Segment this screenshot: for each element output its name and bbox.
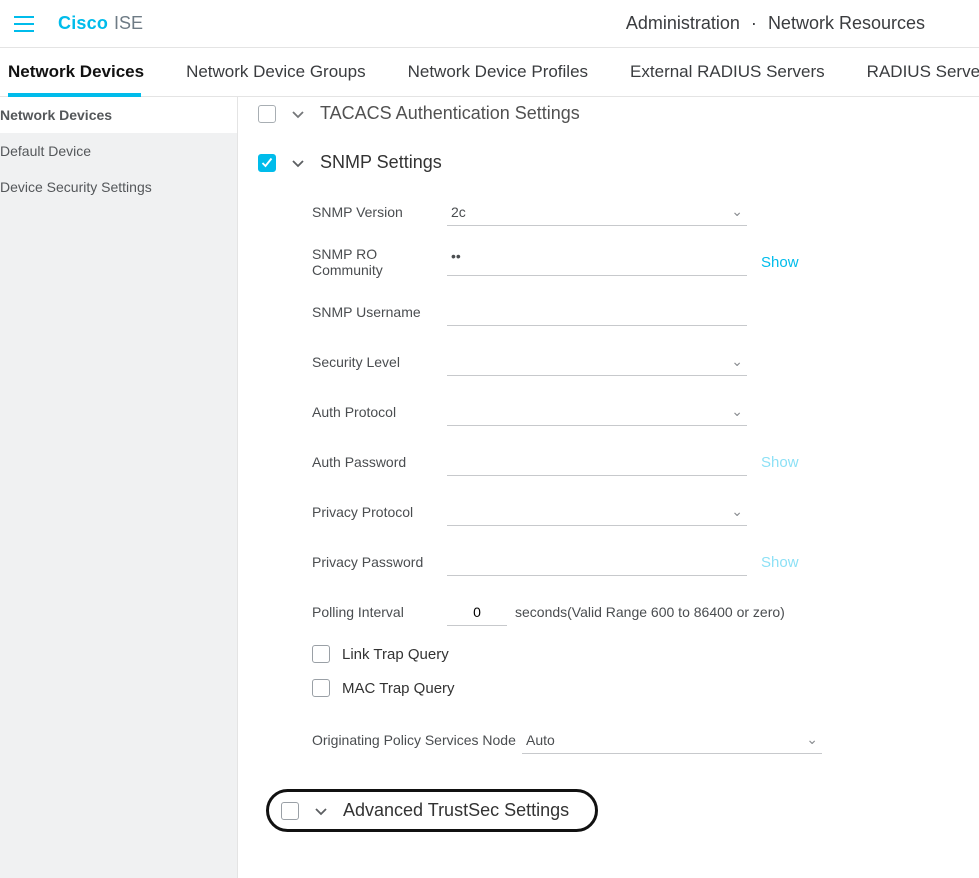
security-level-select[interactable]: ⌄ bbox=[447, 348, 747, 376]
trustsec-checkbox[interactable] bbox=[281, 802, 299, 820]
chevron-down-icon bbox=[290, 106, 306, 122]
psn-select[interactable]: Auto ⌄ bbox=[522, 726, 822, 754]
tacacs-title: TACACS Authentication Settings bbox=[320, 103, 580, 124]
auth-password-label: Auth Password bbox=[312, 454, 447, 470]
sidebar-item-default-device[interactable]: Default Device bbox=[0, 133, 237, 169]
auth-password-input[interactable] bbox=[447, 448, 747, 476]
polling-interval-input[interactable] bbox=[447, 598, 507, 626]
breadcrumb-admin: Administration bbox=[626, 13, 740, 33]
section-tacacs[interactable]: TACACS Authentication Settings bbox=[258, 97, 959, 138]
snmp-ro-input[interactable]: •• bbox=[447, 248, 747, 276]
tab-underline bbox=[8, 93, 141, 97]
privacy-protocol-label: Privacy Protocol bbox=[312, 504, 447, 520]
snmp-checkbox[interactable] bbox=[258, 154, 276, 172]
brand-cisco: Cisco bbox=[58, 13, 108, 34]
snmp-version-label: SNMP Version bbox=[312, 204, 447, 220]
breadcrumb: Administration · Network Resources bbox=[626, 13, 925, 34]
show-privpass-button: Show bbox=[761, 554, 799, 571]
tacacs-checkbox[interactable] bbox=[258, 105, 276, 123]
tab-external-radius-servers[interactable]: External RADIUS Servers bbox=[630, 50, 825, 94]
snmp-ro-label: SNMP RO Community bbox=[312, 246, 447, 278]
tab-network-devices[interactable]: Network Devices bbox=[8, 50, 144, 94]
tab-strip: Network Devices Network Device Groups Ne… bbox=[0, 48, 979, 97]
link-trap-label: Link Trap Query bbox=[342, 646, 449, 663]
link-trap-checkbox[interactable] bbox=[312, 645, 330, 663]
trustsec-title: Advanced TrustSec Settings bbox=[343, 800, 569, 821]
chevron-down-icon: ⌄ bbox=[731, 353, 743, 370]
snmp-username-label: SNMP Username bbox=[312, 304, 447, 320]
privacy-password-label: Privacy Password bbox=[312, 554, 447, 570]
privacy-protocol-select[interactable]: ⌄ bbox=[447, 498, 747, 526]
tab-network-device-profiles[interactable]: Network Device Profiles bbox=[408, 50, 588, 94]
mac-trap-label: MAC Trap Query bbox=[342, 680, 455, 697]
mac-trap-checkbox[interactable] bbox=[312, 679, 330, 697]
sidebar-item-device-security[interactable]: Device Security Settings bbox=[0, 169, 237, 205]
snmp-username-input[interactable] bbox=[447, 298, 747, 326]
left-sidebar: Network Devices Default Device Device Se… bbox=[0, 97, 238, 878]
tab-network-device-groups[interactable]: Network Device Groups bbox=[186, 50, 366, 94]
chevron-down-icon: ⌄ bbox=[731, 403, 743, 420]
chevron-down-icon bbox=[290, 155, 306, 171]
snmp-version-value: 2c bbox=[451, 204, 466, 220]
privacy-password-input[interactable] bbox=[447, 548, 747, 576]
show-ro-button[interactable]: Show bbox=[761, 254, 799, 271]
chevron-down-icon: ⌄ bbox=[806, 731, 818, 748]
show-authpass-button: Show bbox=[761, 454, 799, 471]
tab-radius-server-seq[interactable]: RADIUS Serve bbox=[867, 50, 979, 94]
snmp-form: SNMP Version 2c ⌄ SNMP RO Community •• S… bbox=[258, 187, 959, 765]
chevron-down-icon bbox=[313, 803, 329, 819]
auth-protocol-select[interactable]: ⌄ bbox=[447, 398, 747, 426]
psn-value: Auto bbox=[526, 732, 555, 748]
brand-ise: ISE bbox=[114, 13, 143, 34]
breadcrumb-netres: Network Resources bbox=[768, 13, 925, 33]
section-trustsec-highlight: Advanced TrustSec Settings bbox=[266, 789, 598, 832]
chevron-down-icon: ⌄ bbox=[731, 503, 743, 520]
brand: Cisco ISE bbox=[58, 13, 143, 34]
breadcrumb-sep: · bbox=[751, 13, 757, 33]
sidebar-item-network-devices[interactable]: Network Devices bbox=[0, 97, 237, 133]
menu-toggle[interactable] bbox=[14, 16, 34, 32]
main-panel: TACACS Authentication Settings SNMP Sett… bbox=[238, 97, 979, 878]
section-snmp[interactable]: SNMP Settings bbox=[258, 138, 959, 187]
psn-label: Originating Policy Services Node bbox=[312, 732, 522, 748]
chevron-down-icon: ⌄ bbox=[731, 203, 743, 220]
polling-interval-hint: seconds(Valid Range 600 to 86400 or zero… bbox=[515, 604, 785, 620]
snmp-ro-value: •• bbox=[451, 248, 461, 264]
auth-protocol-label: Auth Protocol bbox=[312, 404, 447, 420]
snmp-title: SNMP Settings bbox=[320, 152, 442, 173]
security-level-label: Security Level bbox=[312, 354, 447, 370]
polling-interval-label: Polling Interval bbox=[312, 604, 447, 620]
snmp-version-select[interactable]: 2c ⌄ bbox=[447, 198, 747, 226]
